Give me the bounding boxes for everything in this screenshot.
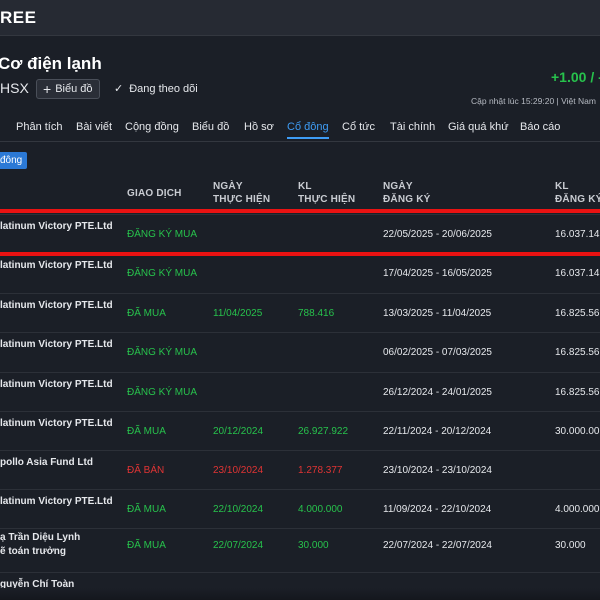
company-name: Cơ điện lạnh — [0, 54, 102, 73]
tab-shareholders[interactable]: Cổ đông — [287, 121, 329, 139]
holder-title: ẽ toán trưởng — [0, 546, 67, 557]
transaction-type: ĐÃ MUA — [127, 426, 166, 437]
reg-qty: 4.000.000 — [555, 504, 600, 515]
reg-period: 26/12/2024 - 24/01/2025 — [383, 387, 492, 398]
reg-qty: 16.825.56 — [555, 347, 600, 358]
reg-period: 11/09/2024 - 22/10/2024 — [383, 504, 492, 515]
header-exec-date: NGÀY THỰC HIỆN — [213, 181, 271, 205]
header-reg-date: NGÀY ĐĂNG KÝ — [383, 181, 431, 205]
reg-qty: 30.000 — [555, 540, 586, 551]
header-status: GIAO DỊCH — [127, 188, 182, 199]
header-exec-qty: KL THỰC HIỆN — [298, 181, 356, 205]
table-row[interactable]: ạ Trần Diệu Lynh ẽ toán trưởng ĐÃ MUA 22/07… — [0, 528, 600, 572]
transaction-type: ĐÃ MUA — [127, 308, 166, 319]
exchange-label: HSX — [0, 80, 29, 96]
tab-finance[interactable]: Tài chính — [390, 121, 435, 133]
update-time: Cập nhật lúc 15:29:20 | Việt Nam — [471, 96, 596, 106]
plus-icon: + — [43, 81, 52, 97]
holder-name: latinum Victory PTE.Ltd — [0, 418, 113, 429]
holder-name: pollo Asia Fund Ltd — [0, 457, 93, 468]
ticker-brand: REE — [0, 8, 37, 27]
holder-name: latinum Victory PTE.Ltd — [0, 339, 113, 350]
tab-community[interactable]: Cộng đồng — [125, 121, 179, 133]
table-row[interactable]: latinum Victory PTE.Ltd ĐĂNG KÝ MUA 26/12/… — [0, 372, 600, 411]
reg-qty: 16.825.56 — [555, 387, 600, 398]
reg-qty: 16.037.14 — [555, 268, 600, 279]
transaction-type: ĐĂNG KÝ MUA — [127, 347, 198, 358]
reg-qty: 16.037.14 — [555, 229, 600, 240]
top-bar: REE — [0, 0, 600, 36]
reg-period: 13/03/2025 - 11/04/2025 — [383, 308, 492, 319]
reg-period: 22/07/2024 - 22/07/2024 — [383, 540, 492, 551]
follow-toggle[interactable]: ✓ Đang theo dõi — [114, 82, 198, 96]
checkmark-icon: ✓ — [114, 83, 124, 95]
reg-qty: 30.000.00 — [555, 426, 600, 437]
holder-name: latinum Victory PTE.Ltd — [0, 496, 113, 507]
exec-qty: 788.416 — [298, 308, 335, 319]
bottom-edge — [0, 588, 600, 600]
tab-chart[interactable]: Biểu đồ — [192, 121, 229, 133]
tab-price-history[interactable]: Giá quá khứ — [448, 121, 509, 133]
tab-articles[interactable]: Bài viết — [76, 121, 112, 133]
tab-bar: Phân tích Bài viết Cộng đồng Biểu đồ Hồ … — [0, 114, 600, 142]
tab-profile[interactable]: Hồ sơ — [244, 121, 274, 133]
tab-reports[interactable]: Báo cáo — [520, 121, 560, 133]
transaction-type: ĐÃ BÁN — [127, 465, 165, 476]
table-row[interactable]: latinum Victory PTE.Ltd ĐĂNG KÝ MUA 06/02/… — [0, 332, 600, 372]
transaction-type: ĐĂNG KÝ MUA — [127, 229, 198, 240]
holder-name: latinum Victory PTE.Ltd — [0, 260, 113, 271]
price-change: +1.00 / - — [551, 69, 600, 85]
exec-date: 22/07/2024 — [213, 540, 264, 551]
table-row[interactable]: latinum Victory PTE.Ltd ĐĂNG KÝ MUA 22/05/… — [0, 214, 600, 253]
header-reg-qty: KL ĐĂNG KÝ — [555, 181, 600, 205]
holder-name: latinum Victory PTE.Ltd — [0, 379, 113, 390]
reg-period: 06/02/2025 - 07/03/2025 — [383, 347, 492, 358]
chart-button[interactable]: + Biểu đồ — [36, 79, 100, 99]
reg-period: 22/11/2024 - 20/12/2024 — [383, 426, 492, 437]
exec-date: 23/10/2024 — [213, 465, 264, 476]
reg-period: 22/05/2025 - 20/06/2025 — [383, 229, 492, 240]
exec-qty: 26.927.922 — [298, 426, 349, 437]
highlight-line-top — [0, 209, 600, 213]
highlight-line-bottom — [0, 252, 600, 256]
transaction-type: ĐÃ MUA — [127, 540, 166, 551]
holder-name: ạ Trần Diệu Lynh — [0, 532, 81, 543]
transaction-type: ĐĂNG KÝ MUA — [127, 387, 198, 398]
transaction-type: ĐÃ MUA — [127, 504, 166, 515]
exec-date: 22/10/2024 — [213, 504, 264, 515]
reg-qty: 16.825.56 — [555, 308, 600, 319]
transaction-type: ĐĂNG KÝ MUA — [127, 268, 198, 279]
table-row[interactable]: latinum Victory PTE.Ltd ĐÃ MUA 20/12/2024 2… — [0, 411, 600, 450]
exec-date: 20/12/2024 — [213, 426, 264, 437]
exec-qty: 1.278.377 — [298, 465, 343, 476]
follow-label: Đang theo dõi — [129, 82, 198, 95]
exec-qty: 4.000.000 — [298, 504, 343, 515]
holder-name: latinum Victory PTE.Ltd — [0, 221, 113, 232]
section-badge[interactable]: đông — [0, 152, 28, 169]
table-row[interactable]: latinum Victory PTE.Ltd ĐÃ MUA 11/04/2025 7… — [0, 293, 600, 332]
reg-period: 17/04/2025 - 16/05/2025 — [383, 268, 492, 279]
table-row[interactable]: latinum Victory PTE.Ltd ĐĂNG KÝ MUA 17/04/… — [0, 253, 600, 293]
table-row[interactable]: pollo Asia Fund Ltd ĐÃ BÁN 23/10/2024 1.278… — [0, 450, 600, 489]
tab-dividends[interactable]: Cổ tức — [342, 121, 375, 133]
exec-qty: 30.000 — [298, 540, 329, 551]
holder-name: latinum Victory PTE.Ltd — [0, 300, 113, 311]
table-row[interactable]: latinum Victory PTE.Ltd ĐÃ MUA 22/10/2024 4… — [0, 489, 600, 528]
tab-analysis[interactable]: Phân tích — [16, 121, 62, 133]
chart-button-label: Biểu đồ — [55, 83, 93, 95]
reg-period: 23/10/2024 - 23/10/2024 — [383, 465, 492, 476]
exec-date: 11/04/2025 — [213, 308, 263, 319]
